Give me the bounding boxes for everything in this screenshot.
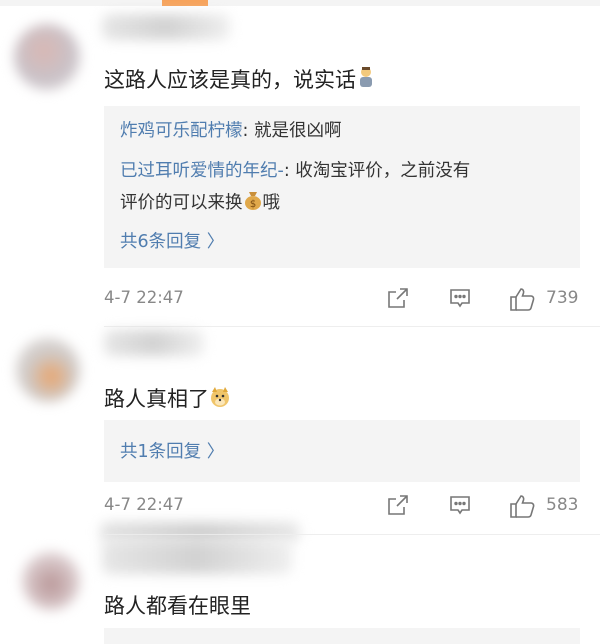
comment-text-content: 这路人应该是真的，说实话 [104, 68, 356, 92]
divider [104, 326, 600, 327]
svg-text:$: $ [249, 199, 255, 210]
reply-item: 已过耳听爱情的年纪-: 收淘宝评价，之前没有 [120, 158, 470, 184]
forward-icon[interactable] [386, 286, 410, 310]
comment-text-content: 路人都看在眼里 [104, 594, 251, 618]
person-emoji-icon [356, 65, 376, 94]
reply-separator: : [242, 121, 254, 141]
comment-meta: 4-7 22:47 739 [104, 286, 580, 314]
like-count: 583 [546, 495, 579, 515]
reply-author[interactable]: 炸鸡可乐配柠檬 [120, 121, 243, 141]
highlight-tab-fragment [162, 0, 208, 6]
doge-emoji-icon [209, 386, 231, 413]
reply-box: 共1条回复 〉 [104, 420, 580, 482]
comment-text-content: 路人真相了 [104, 387, 209, 411]
reply-text: 就是很凶啊 [253, 121, 342, 141]
comment-time: 4-7 22:47 [104, 288, 184, 307]
reply-author[interactable]: 已过耳听爱情的年纪- [120, 161, 284, 181]
avatar[interactable] [16, 338, 80, 402]
comment-icon[interactable] [448, 493, 472, 517]
like-icon[interactable] [508, 286, 536, 312]
comment-meta: 4-7 22:47 583 [104, 493, 580, 521]
reply-item-continued: 评价的可以来换 $ 哦 [120, 188, 280, 218]
divider [104, 534, 600, 535]
comment-text: 路人真相了 [104, 383, 231, 413]
comment-time: 4-7 22:47 [104, 495, 184, 514]
reply-box: 炸鸡可乐配柠檬: 就是很凶啊 已过耳听爱情的年纪-: 收淘宝评价，之前没有 评价… [104, 106, 580, 268]
forward-icon[interactable] [386, 493, 410, 517]
avatar[interactable] [14, 24, 80, 90]
money-bag-emoji-icon: $ [243, 188, 263, 218]
username-blurred[interactable] [102, 540, 292, 574]
top-divider [0, 0, 600, 6]
reply-separator: : [283, 161, 296, 181]
comment-text: 这路人应该是真的，说实话 [104, 64, 376, 94]
username-blurred[interactable] [102, 14, 230, 40]
reply-text: 评价的可以来换 [120, 193, 243, 213]
more-replies-link[interactable]: 共1条回复 〉 [120, 438, 224, 463]
comment-text: 路人都看在眼里 [104, 590, 251, 620]
avatar[interactable] [22, 552, 80, 610]
like-icon[interactable] [508, 493, 536, 519]
username-blurred[interactable] [104, 330, 204, 356]
reply-text: 收淘宝评价，之前没有 [295, 161, 471, 181]
reply-box [104, 628, 580, 644]
reply-text: 哦 [262, 193, 281, 213]
like-count: 739 [546, 288, 579, 308]
blurred-overlay-text [100, 522, 300, 542]
more-replies-link[interactable]: 共6条回复 〉 [120, 228, 224, 253]
comment-icon[interactable] [448, 286, 472, 310]
reply-item: 炸鸡可乐配柠檬: 就是很凶啊 [120, 118, 341, 144]
